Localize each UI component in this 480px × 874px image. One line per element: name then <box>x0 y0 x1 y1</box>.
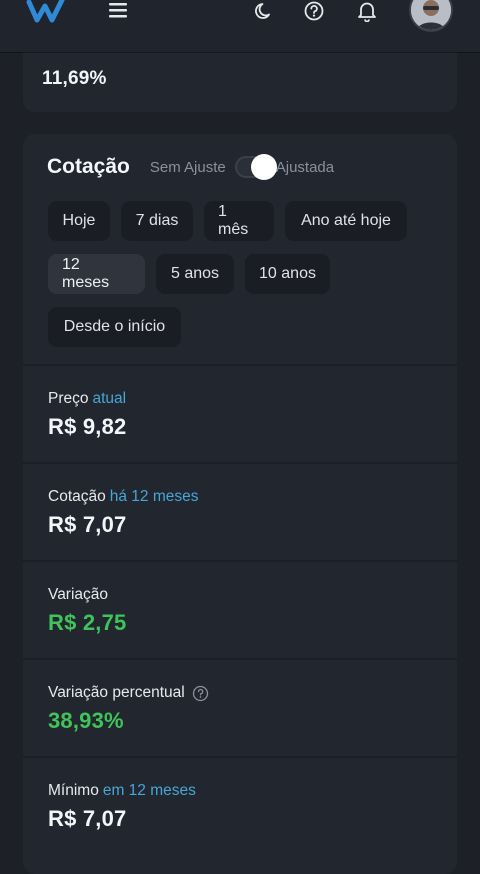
stat-variacao-percentual: Variação percentual 38,93% <box>23 658 457 754</box>
stat-preco-atual: Preço atual R$ 9,82 <box>23 364 457 460</box>
stat-label-text: Variação <box>48 586 109 603</box>
stat-value: R$ 7,07 <box>48 806 127 831</box>
cotacao-header: Cotação Sem Ajuste Ajustada <box>47 154 334 180</box>
stat-label: Variação percentual <box>48 684 209 702</box>
question-circle-icon[interactable] <box>192 685 209 702</box>
moon-icon[interactable] <box>252 0 276 22</box>
stat-label: Preço atual <box>48 390 126 408</box>
bell-icon[interactable] <box>355 0 379 22</box>
period-chip-ano-ate-hoje[interactable]: Ano até hoje <box>285 201 407 241</box>
period-chip-12-meses[interactable]: 12 meses <box>48 254 145 294</box>
toggle-knob <box>250 154 277 180</box>
stat-variacao: Variação R$ 2,75 <box>23 560 457 656</box>
adjust-toggle[interactable] <box>234 154 277 180</box>
stat-label: Mínimo em 12 meses <box>48 782 196 800</box>
help-circle-icon[interactable] <box>302 0 326 22</box>
period-chip-7-dias[interactable]: 7 dias <box>121 201 193 241</box>
stat-label-qualifier: atual <box>92 390 127 407</box>
stat-label-text: Variação percentual <box>48 684 185 701</box>
stat-label-text: Cotação <box>48 488 106 505</box>
stat-value: R$ 7,07 <box>48 512 127 537</box>
cotacao-title: Cotação <box>47 155 130 178</box>
stat-value: 38,93% <box>48 708 124 733</box>
period-chip-10-anos[interactable]: 10 anos <box>245 254 330 294</box>
period-chip-5-anos[interactable]: 5 anos <box>156 254 234 294</box>
stat-minimo-12-meses: Mínimo em 12 meses R$ 7,07 <box>23 756 457 852</box>
stat-value: R$ 2,75 <box>48 610 127 635</box>
cotacao-card: Cotação Sem Ajuste Ajustada Hoje 7 dias … <box>23 134 457 874</box>
top-navigation-bar <box>0 0 480 52</box>
avatar[interactable] <box>409 0 453 32</box>
stat-cotacao-12-meses: Cotação há 12 meses R$ 7,07 <box>23 462 457 558</box>
stat-value: R$ 9,82 <box>48 414 127 439</box>
stat-label: Cotação há 12 meses <box>48 488 198 506</box>
stat-label-text: Mínimo <box>48 782 99 799</box>
stat-label-qualifier: há 12 meses <box>109 488 199 505</box>
toggle-label-ajustada[interactable]: Ajustada <box>276 159 334 176</box>
stat-label: Variação <box>48 586 108 604</box>
period-chip-desde-o-inicio[interactable]: Desde o início <box>48 307 181 347</box>
stat-label-text: Preço <box>48 390 89 407</box>
brand-logo[interactable] <box>26 0 66 24</box>
hamburger-menu-icon[interactable] <box>106 0 130 22</box>
period-chip-1-mes[interactable]: 1 mês <box>204 201 274 241</box>
period-chip-hoje[interactable]: Hoje <box>48 201 110 241</box>
toggle-label-sem-ajuste[interactable]: Sem Ajuste <box>150 159 226 176</box>
summary-value: 11,69% <box>42 68 107 89</box>
stat-label-qualifier: em 12 meses <box>102 782 196 799</box>
